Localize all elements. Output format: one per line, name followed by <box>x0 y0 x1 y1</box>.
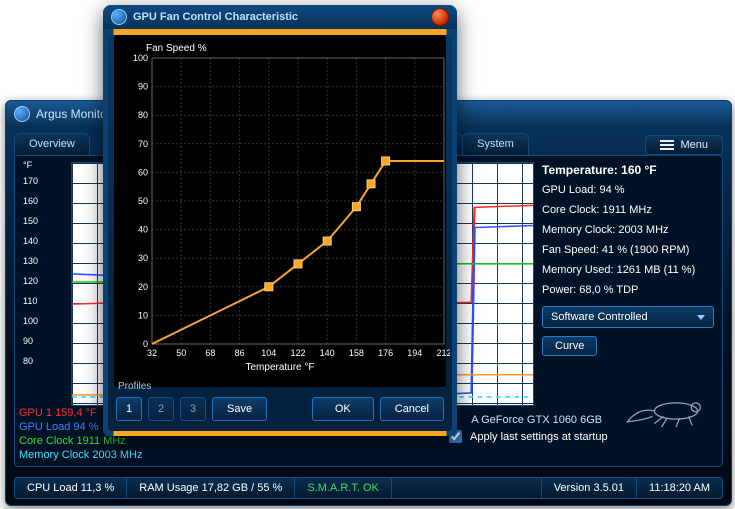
svg-text:140: 140 <box>320 348 335 358</box>
ok-button[interactable]: OK <box>312 397 374 421</box>
menu-button[interactable]: Menu <box>645 135 723 155</box>
fan-curve-plot[interactable]: 0102030405060708090100325068861041221401… <box>120 54 450 364</box>
curve-handle[interactable] <box>367 180 375 188</box>
gpu-fan-speed: Fan Speed: 41 % (1900 RPM) <box>542 240 714 260</box>
svg-text:30: 30 <box>138 253 148 263</box>
tab-system[interactable]: System <box>462 133 529 156</box>
status-version: Version 3.5.01 <box>542 478 637 498</box>
profiles-label: Profiles <box>118 381 151 392</box>
app-logo-icon <box>14 106 30 122</box>
status-ram: RAM Usage 17,82 GB / 55 % <box>127 478 295 498</box>
mini-axis-tick: 140 <box>23 236 38 246</box>
svg-text:50: 50 <box>138 196 148 206</box>
lizard-logo-icon <box>622 372 712 432</box>
svg-text:158: 158 <box>349 348 364 358</box>
svg-text:68: 68 <box>205 348 215 358</box>
close-icon[interactable] <box>431 8 449 26</box>
gpu-power: Power: 68,0 % TDP <box>542 280 714 300</box>
curve-button[interactable]: Curve <box>542 336 597 356</box>
apply-at-startup-label: Apply last settings at startup <box>470 431 608 443</box>
svg-text:32: 32 <box>147 348 157 358</box>
fan-control-mode-value: Software Controlled <box>551 307 648 327</box>
gpu-temperature: Temperature: 160 °F <box>542 160 714 180</box>
legend-mem-clock: Memory Clock 2003 MHz <box>19 448 142 462</box>
mini-axis-unit: °F <box>23 160 32 170</box>
svg-text:86: 86 <box>235 348 245 358</box>
save-button[interactable]: Save <box>212 397 267 421</box>
cancel-button[interactable]: Cancel <box>380 397 444 421</box>
profile-3-button[interactable]: 3 <box>180 397 206 421</box>
gpu-mem-used: Memory Used: 1261 MB (11 %) <box>542 260 714 280</box>
gpu-load: GPU Load: 94 % <box>542 180 714 200</box>
svg-text:60: 60 <box>138 167 148 177</box>
mini-axis-tick: 120 <box>23 276 38 286</box>
svg-text:70: 70 <box>138 139 148 149</box>
chart-ylabel: Fan Speed % <box>146 43 440 54</box>
mini-axis-tick: 130 <box>23 256 38 266</box>
mini-axis-tick: 160 <box>23 196 38 206</box>
tab-overview[interactable]: Overview <box>14 133 90 156</box>
gpu-mem-clock: Memory Clock: 2003 MHz <box>542 220 714 240</box>
chart-xlabel: Temperature °F <box>120 362 440 373</box>
svg-text:20: 20 <box>138 282 148 292</box>
fan-curve-dialog: GPU Fan Control Characteristic Fan Speed… <box>103 5 457 436</box>
mini-axis-tick: 90 <box>23 336 33 346</box>
curve-handle[interactable] <box>323 237 331 245</box>
curve-handle[interactable] <box>352 203 360 211</box>
app-title: Argus Monitor <box>36 107 111 121</box>
svg-text:104: 104 <box>261 348 276 358</box>
curve-handle[interactable] <box>265 283 273 291</box>
profiles-row: Profiles 1 2 3 Save OK Cancel <box>108 391 452 431</box>
mini-axis: °F 170 160 150 140 130 120 110 100 90 80 <box>19 160 69 406</box>
profile-2-button[interactable]: 2 <box>148 397 174 421</box>
mini-axis-tick: 80 <box>23 356 33 366</box>
fan-control-mode-select[interactable]: Software Controlled <box>542 306 714 328</box>
mini-axis-tick: 150 <box>23 216 38 226</box>
svg-text:10: 10 <box>138 310 148 320</box>
svg-text:50: 50 <box>176 348 186 358</box>
status-smart: S.M.A.R.T. OK <box>295 478 392 498</box>
dialog-title: GPU Fan Control Characteristic <box>133 11 298 23</box>
dialog-logo-icon <box>111 9 127 25</box>
menu-label: Menu <box>680 139 708 151</box>
svg-text:122: 122 <box>290 348 305 358</box>
apply-at-startup-row[interactable]: Apply last settings at startup <box>445 427 608 446</box>
svg-text:90: 90 <box>138 82 148 92</box>
gpu-device-name: NVIDA GeForce GTX 1060 6GB <box>445 414 602 426</box>
profile-1-button[interactable]: 1 <box>116 397 142 421</box>
legend-core-clock: Core Clock 1911 MHz <box>19 434 142 448</box>
gpu-core-clock: Core Clock: 1911 MHz <box>542 200 714 220</box>
curve-handle[interactable] <box>382 157 390 165</box>
status-cpu: CPU Load 11,3 % <box>15 478 127 498</box>
svg-text:100: 100 <box>133 54 148 63</box>
svg-text:80: 80 <box>138 110 148 120</box>
dialog-titlebar[interactable]: GPU Fan Control Characteristic <box>103 5 457 29</box>
mini-axis-tick: 100 <box>23 316 38 326</box>
fan-curve-chart: Fan Speed % 0102030405060708090100325068… <box>114 35 446 387</box>
status-time: 11:18:20 AM <box>637 478 722 498</box>
svg-text:212: 212 <box>436 348 450 358</box>
curve-handle[interactable] <box>294 260 302 268</box>
chevron-down-icon <box>697 315 705 320</box>
mini-axis-tick: 170 <box>23 176 38 186</box>
status-bar: CPU Load 11,3 % RAM Usage 17,82 GB / 55 … <box>14 477 723 499</box>
svg-text:176: 176 <box>378 348 393 358</box>
gpu-info-column: Temperature: 160 °F GPU Load: 94 % Core … <box>542 160 714 356</box>
svg-text:194: 194 <box>407 348 422 358</box>
mini-axis-tick: 110 <box>23 296 37 306</box>
hamburger-icon <box>660 140 674 150</box>
svg-text:40: 40 <box>138 225 148 235</box>
